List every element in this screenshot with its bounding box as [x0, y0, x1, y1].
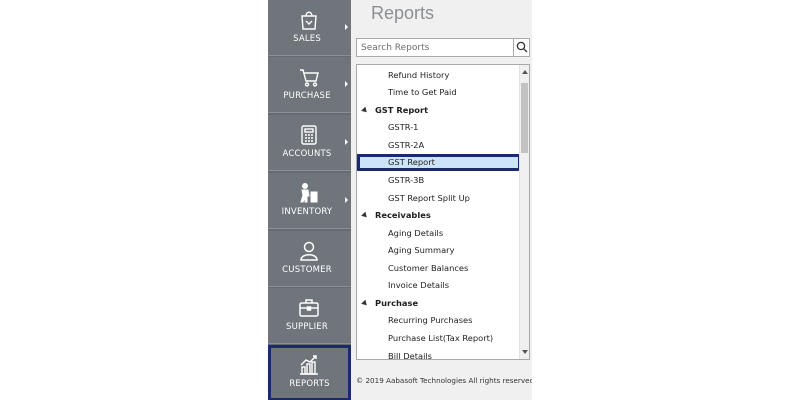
calculator-icon — [298, 124, 320, 146]
tree-item[interactable]: Bill Details — [357, 348, 521, 360]
tree-item[interactable]: GSTR-1 — [357, 119, 521, 136]
tree-item-label: Invoice Details — [388, 280, 450, 290]
worker-boxes-icon — [298, 182, 320, 204]
tree-item[interactable]: Aging Details — [357, 225, 521, 242]
tree-item-label: Customer Balances — [388, 263, 469, 273]
tree-group[interactable]: Receivables — [357, 207, 521, 224]
nav-label: PURCHASE — [283, 91, 331, 101]
tree-item-label: Bill Details — [388, 351, 433, 360]
shopping-bag-icon — [298, 9, 320, 31]
nav-label: ACCOUNTS — [282, 149, 332, 159]
scroll-up-arrow-icon[interactable] — [522, 70, 528, 74]
tree-item-label: GST Report — [388, 157, 435, 167]
tree-item-label: Refund History — [388, 70, 450, 80]
search-input[interactable] — [357, 39, 515, 56]
page-title: Reports — [371, 3, 435, 23]
expanded-triangle-icon[interactable] — [361, 299, 369, 308]
tree-item[interactable]: Purchase List(Tax Report) — [357, 330, 521, 347]
tree-item[interactable]: Time to Get Paid — [357, 84, 521, 101]
tree-item[interactable]: Invoice Details — [357, 277, 521, 294]
report-tree: Refund History Time to Get Paid GST Repo… — [356, 64, 530, 360]
tree-item-label: GSTR-2A — [388, 140, 425, 150]
search-icon — [516, 41, 528, 53]
briefcase-icon — [298, 297, 320, 319]
search-box — [356, 38, 530, 57]
tree-group[interactable]: GST Report — [357, 102, 521, 119]
tree-item[interactable]: Recurring Purchases — [357, 312, 521, 329]
nav-label: SUPPLIER — [286, 322, 328, 332]
tree-scrollbar[interactable] — [519, 65, 529, 359]
scrollbar-thumb[interactable] — [521, 83, 528, 153]
tree-group-label: Purchase — [375, 298, 419, 308]
tree-item-label: GSTR-3B — [388, 175, 425, 185]
expanded-triangle-icon[interactable] — [361, 106, 369, 115]
reports-panel: Reports Refund History Time to Get Paid … — [351, 0, 532, 400]
chevron-right-icon — [345, 139, 348, 145]
tree-group[interactable]: Purchase — [357, 295, 521, 312]
tree-item[interactable]: GSTR-3B — [357, 172, 521, 189]
tree-item-label: Recurring Purchases — [388, 315, 473, 325]
tree-item-label: Aging Summary — [388, 245, 455, 255]
nav-item-sales[interactable]: SALES — [268, 0, 351, 56]
tree-item-label: Time to Get Paid — [388, 87, 457, 97]
chevron-right-icon — [345, 81, 348, 87]
nav-item-customer[interactable]: CUSTOMER — [268, 231, 351, 287]
nav-item-accounts[interactable]: ACCOUNTS — [268, 115, 351, 171]
tree-item[interactable]: Customer Balances — [357, 260, 521, 277]
chevron-right-icon — [345, 24, 348, 30]
tree-item-selected[interactable]: GST Report — [357, 154, 521, 171]
tree-group-label: Receivables — [375, 210, 431, 220]
tree-item[interactable]: Aging Summary — [357, 242, 521, 259]
user-icon — [298, 240, 320, 262]
tree-item-label: Purchase List(Tax Report) — [388, 333, 494, 343]
nav-item-inventory[interactable]: INVENTORY — [268, 173, 351, 229]
nav-label: SALES — [293, 34, 321, 44]
bar-chart-icon — [298, 354, 320, 376]
search-button[interactable] — [513, 39, 529, 56]
main-navigation: SALES PURCHASE ACCOUNTS INVENTORY CUSTOM… — [268, 0, 351, 400]
nav-item-purchase[interactable]: PURCHASE — [268, 57, 351, 113]
expanded-triangle-icon[interactable] — [361, 211, 369, 220]
tree-item[interactable]: GST Report Split Up — [357, 190, 521, 207]
scroll-down-arrow-icon[interactable] — [522, 350, 528, 354]
tree-item[interactable]: Refund History — [357, 67, 521, 84]
nav-item-supplier[interactable]: SUPPLIER — [268, 288, 351, 344]
nav-label: REPORTS — [289, 379, 330, 389]
chevron-right-icon — [345, 197, 348, 203]
shopping-cart-icon — [298, 66, 320, 88]
tree-group-label: GST Report — [375, 105, 429, 115]
copyright-footer: © 2019 Aabasoft Technologies All rights … — [356, 376, 532, 385]
tree-item-label: GST Report Split Up — [388, 193, 470, 203]
tree-item[interactable]: GSTR-2A — [357, 137, 521, 154]
tree-item-label: Aging Details — [388, 228, 444, 238]
nav-label: INVENTORY — [281, 207, 333, 217]
nav-item-reports[interactable]: REPORTS — [268, 345, 351, 400]
nav-label: CUSTOMER — [282, 265, 332, 275]
tree-item-label: GSTR-1 — [388, 122, 419, 132]
